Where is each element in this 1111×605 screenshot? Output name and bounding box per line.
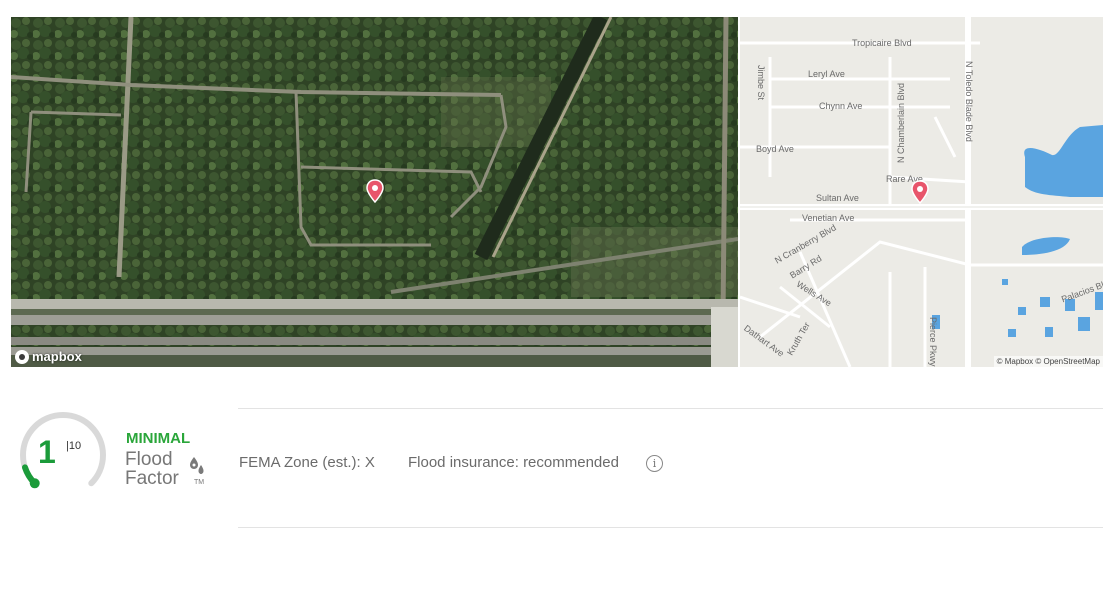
- location-pin-icon[interactable]: [366, 179, 384, 203]
- street-map[interactable]: Tropicaire Blvd Jimbe St Leryl Ave Chynn…: [740, 17, 1103, 367]
- bottom-divider: [238, 527, 1103, 528]
- flood-factor-logo-line1: Flood: [125, 449, 173, 470]
- street-label: Venetian Ave: [802, 213, 855, 223]
- flood-score: 1: [38, 434, 56, 470]
- street-label: Chynn Ave: [819, 101, 863, 111]
- street-label: Leryl Ave: [808, 69, 845, 79]
- location-pin-icon[interactable]: [911, 180, 929, 204]
- flood-risk-level: MINIMAL: [126, 430, 191, 447]
- top-divider: [238, 408, 1103, 409]
- street-label: N Toledo Blade Blvd: [964, 61, 974, 142]
- street-label: N Chamberlain Blvd: [896, 82, 906, 163]
- mapbox-logo[interactable]: mapbox: [15, 349, 82, 364]
- street-label: Sultan Ave: [816, 193, 859, 203]
- water-drops-icon: [190, 457, 204, 474]
- street-label: Boyd Ave: [756, 144, 794, 154]
- street-label: Pierce Pkwy: [928, 317, 938, 367]
- trademark-mark: TM: [194, 479, 205, 486]
- satellite-map[interactable]: mapbox: [11, 17, 738, 367]
- flood-score-max: |10: [66, 440, 82, 452]
- map-attribution[interactable]: © Mapbox © OpenStreetMap: [993, 356, 1103, 367]
- flood-factor-gauge: [20, 411, 106, 489]
- mapbox-icon: [15, 349, 29, 364]
- flood-factor-logo-line2: Factor: [125, 468, 179, 489]
- gauge-indicator-dot: [29, 478, 40, 489]
- street-label: Tropicaire Blvd: [852, 38, 912, 48]
- info-icon[interactable]: i: [646, 455, 663, 472]
- mapbox-logo-text: mapbox: [32, 349, 82, 364]
- street-label: Jimbe St: [756, 65, 766, 101]
- flood-insurance-status: Flood insurance: recommended: [408, 454, 619, 471]
- fema-zone: FEMA Zone (est.): X: [239, 454, 375, 471]
